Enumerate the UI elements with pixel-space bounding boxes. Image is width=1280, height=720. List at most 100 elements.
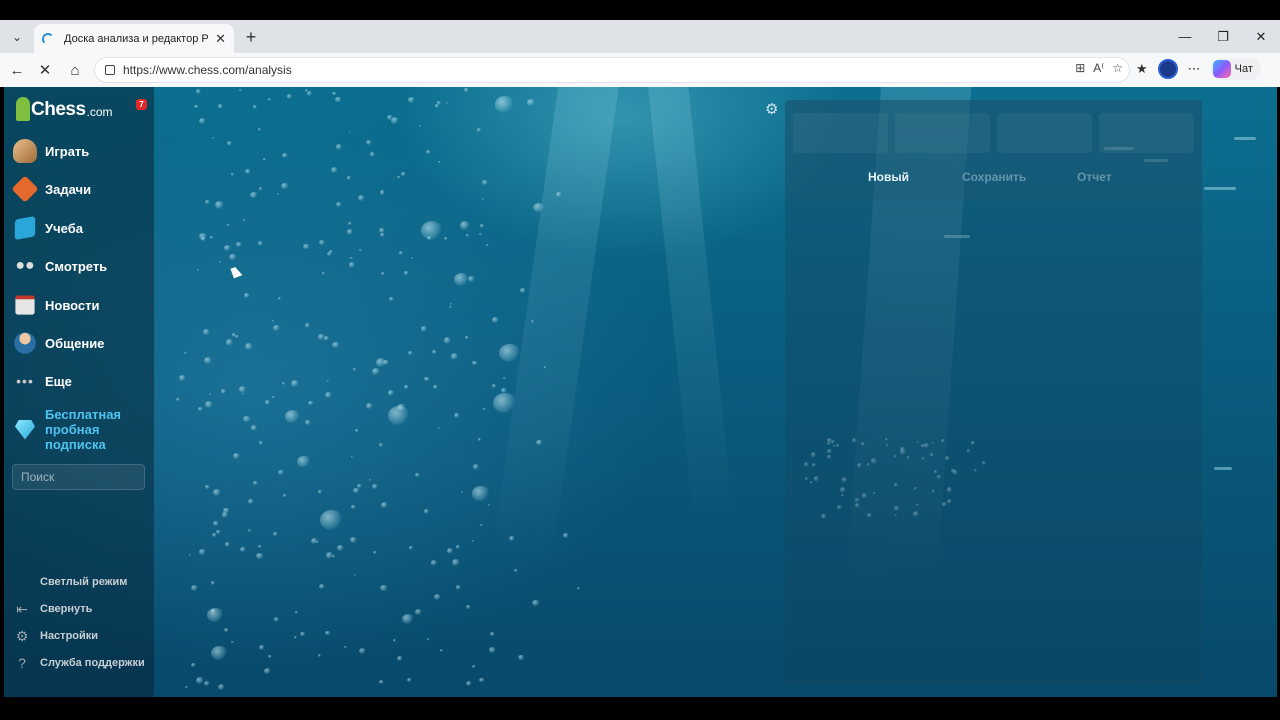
collapse-button[interactable]: ⇤ Свернуть bbox=[13, 600, 92, 618]
bubble bbox=[191, 585, 199, 592]
panel-slot[interactable] bbox=[997, 113, 1092, 153]
bubble bbox=[188, 553, 192, 556]
bubble bbox=[294, 611, 298, 615]
favorites-icon[interactable]: ★ bbox=[1136, 61, 1148, 77]
restore-icon[interactable]: ❐ bbox=[1204, 20, 1242, 53]
bubble bbox=[380, 233, 386, 238]
bubble bbox=[184, 351, 187, 354]
bubble bbox=[321, 272, 326, 276]
lock-icon[interactable] bbox=[105, 65, 115, 75]
sidebar-item-watch[interactable]: ●● Смотреть bbox=[13, 251, 107, 281]
tab-report[interactable]: Отчет bbox=[1077, 170, 1112, 184]
bubble bbox=[401, 171, 406, 176]
more-options-icon[interactable]: ⋯ bbox=[1188, 61, 1201, 77]
sidebar-item-social[interactable]: Общение bbox=[13, 328, 104, 358]
copilot-icon bbox=[1212, 60, 1231, 78]
bubble bbox=[197, 269, 200, 272]
panel-slot[interactable] bbox=[1099, 113, 1194, 153]
stop-loading-icon[interactable]: ✕ bbox=[34, 59, 56, 81]
bubble bbox=[239, 88, 243, 92]
bubble bbox=[348, 222, 353, 226]
bubble bbox=[224, 542, 231, 547]
panel-slot[interactable] bbox=[895, 113, 990, 153]
tab-new[interactable]: Новый bbox=[868, 170, 909, 184]
bubble bbox=[306, 91, 313, 97]
bubble bbox=[326, 379, 329, 382]
bubble bbox=[388, 296, 394, 302]
sidebar-item-label: Учеба bbox=[45, 220, 83, 236]
bubble bbox=[217, 104, 223, 109]
back-arrow-icon[interactable]: ← bbox=[6, 59, 28, 81]
read-aloud-icon[interactable]: A⁽ bbox=[1093, 61, 1104, 75]
chess-logo[interactable]: Chess .com bbox=[16, 97, 113, 121]
bubble bbox=[318, 490, 323, 494]
bubble bbox=[259, 441, 264, 445]
browser-tab-analysis[interactable]: Доска анализа и редактор PGN ✕ bbox=[34, 24, 234, 53]
bubble bbox=[258, 187, 263, 191]
bubble bbox=[197, 406, 203, 411]
bubble bbox=[263, 668, 272, 675]
bubble bbox=[415, 472, 420, 477]
sidebar-item-more[interactable]: ••• Еще bbox=[13, 366, 72, 396]
settings-button[interactable]: ⚙ Настройки bbox=[13, 627, 98, 645]
close-window-icon[interactable]: ✕ bbox=[1242, 20, 1280, 53]
support-button[interactable]: ? Служба поддержки bbox=[13, 654, 145, 672]
tab-list-chevron-icon[interactable]: ⌄ bbox=[6, 26, 28, 48]
app-available-icon[interactable]: ⊞ bbox=[1075, 61, 1085, 75]
bubble bbox=[489, 647, 496, 653]
bubble bbox=[383, 359, 390, 366]
bubble bbox=[471, 539, 474, 542]
bubble bbox=[476, 128, 482, 132]
bubble bbox=[479, 233, 482, 236]
fish-shape bbox=[1204, 187, 1236, 190]
home-icon[interactable]: ⌂ bbox=[64, 59, 86, 81]
bubble bbox=[233, 452, 241, 460]
bubble bbox=[349, 131, 352, 134]
copilot-button[interactable]: Чат bbox=[1210, 58, 1261, 80]
bubble bbox=[221, 512, 229, 518]
close-tab-icon[interactable]: ✕ bbox=[215, 31, 226, 47]
light-mode-toggle[interactable]: Светлый режим bbox=[40, 576, 127, 588]
bubble bbox=[434, 594, 441, 600]
board-settings-gear-icon[interactable]: ⚙ bbox=[765, 100, 778, 118]
bubble bbox=[532, 600, 540, 607]
bubble bbox=[209, 392, 212, 395]
sidebar-item-puzzles[interactable]: Задачи bbox=[11, 174, 91, 204]
sidebar-item-learn[interactable]: Учеба bbox=[13, 213, 83, 243]
bubble bbox=[472, 464, 480, 471]
bubble bbox=[240, 547, 246, 553]
bubble bbox=[218, 260, 222, 263]
analysis-panel: Новый Сохранить Отчет bbox=[785, 100, 1202, 684]
favorite-star-icon[interactable]: ☆ bbox=[1112, 61, 1123, 75]
sidebar-item-news[interactable]: Новости bbox=[13, 290, 100, 320]
url-field[interactable]: https://www.chess.com/analysis ⊞ A⁽ ☆ bbox=[94, 57, 1130, 83]
bubble bbox=[379, 584, 388, 592]
new-tab-plus-icon[interactable]: + bbox=[240, 26, 262, 48]
light-ray bbox=[491, 87, 624, 567]
bubble bbox=[353, 487, 360, 494]
tab-save[interactable]: Сохранить bbox=[962, 170, 1026, 184]
bubble bbox=[489, 632, 495, 637]
panel-slot[interactable] bbox=[793, 113, 888, 153]
bubble bbox=[366, 140, 373, 146]
free-trial-link[interactable]: Бесплатная пробная подписка bbox=[13, 407, 135, 452]
news-icon bbox=[15, 295, 35, 315]
search-input[interactable]: Поиск bbox=[12, 464, 145, 490]
bubble bbox=[369, 152, 375, 157]
bubble bbox=[468, 275, 476, 282]
minimize-icon[interactable]: — bbox=[1166, 20, 1204, 53]
copilot-label: Чат bbox=[1234, 63, 1253, 75]
profile-avatar[interactable] bbox=[1157, 59, 1178, 79]
bubble bbox=[492, 392, 517, 413]
puzzle-icon bbox=[11, 175, 39, 203]
bubble bbox=[319, 240, 326, 246]
bubble bbox=[205, 200, 210, 205]
notification-badge[interactable]: 7 bbox=[136, 99, 147, 110]
bubble bbox=[319, 584, 325, 589]
bubble bbox=[378, 443, 383, 447]
page-content: Chess .com 7 Играть Задачи Учеба ●● Смот… bbox=[4, 87, 1277, 697]
analysis-panel-header: Новый Сохранить Отчет bbox=[785, 100, 1202, 200]
sidebar-item-play[interactable]: Играть bbox=[13, 136, 89, 166]
bubble bbox=[216, 530, 221, 534]
tab-title: Доска анализа и редактор PGN bbox=[64, 32, 209, 45]
